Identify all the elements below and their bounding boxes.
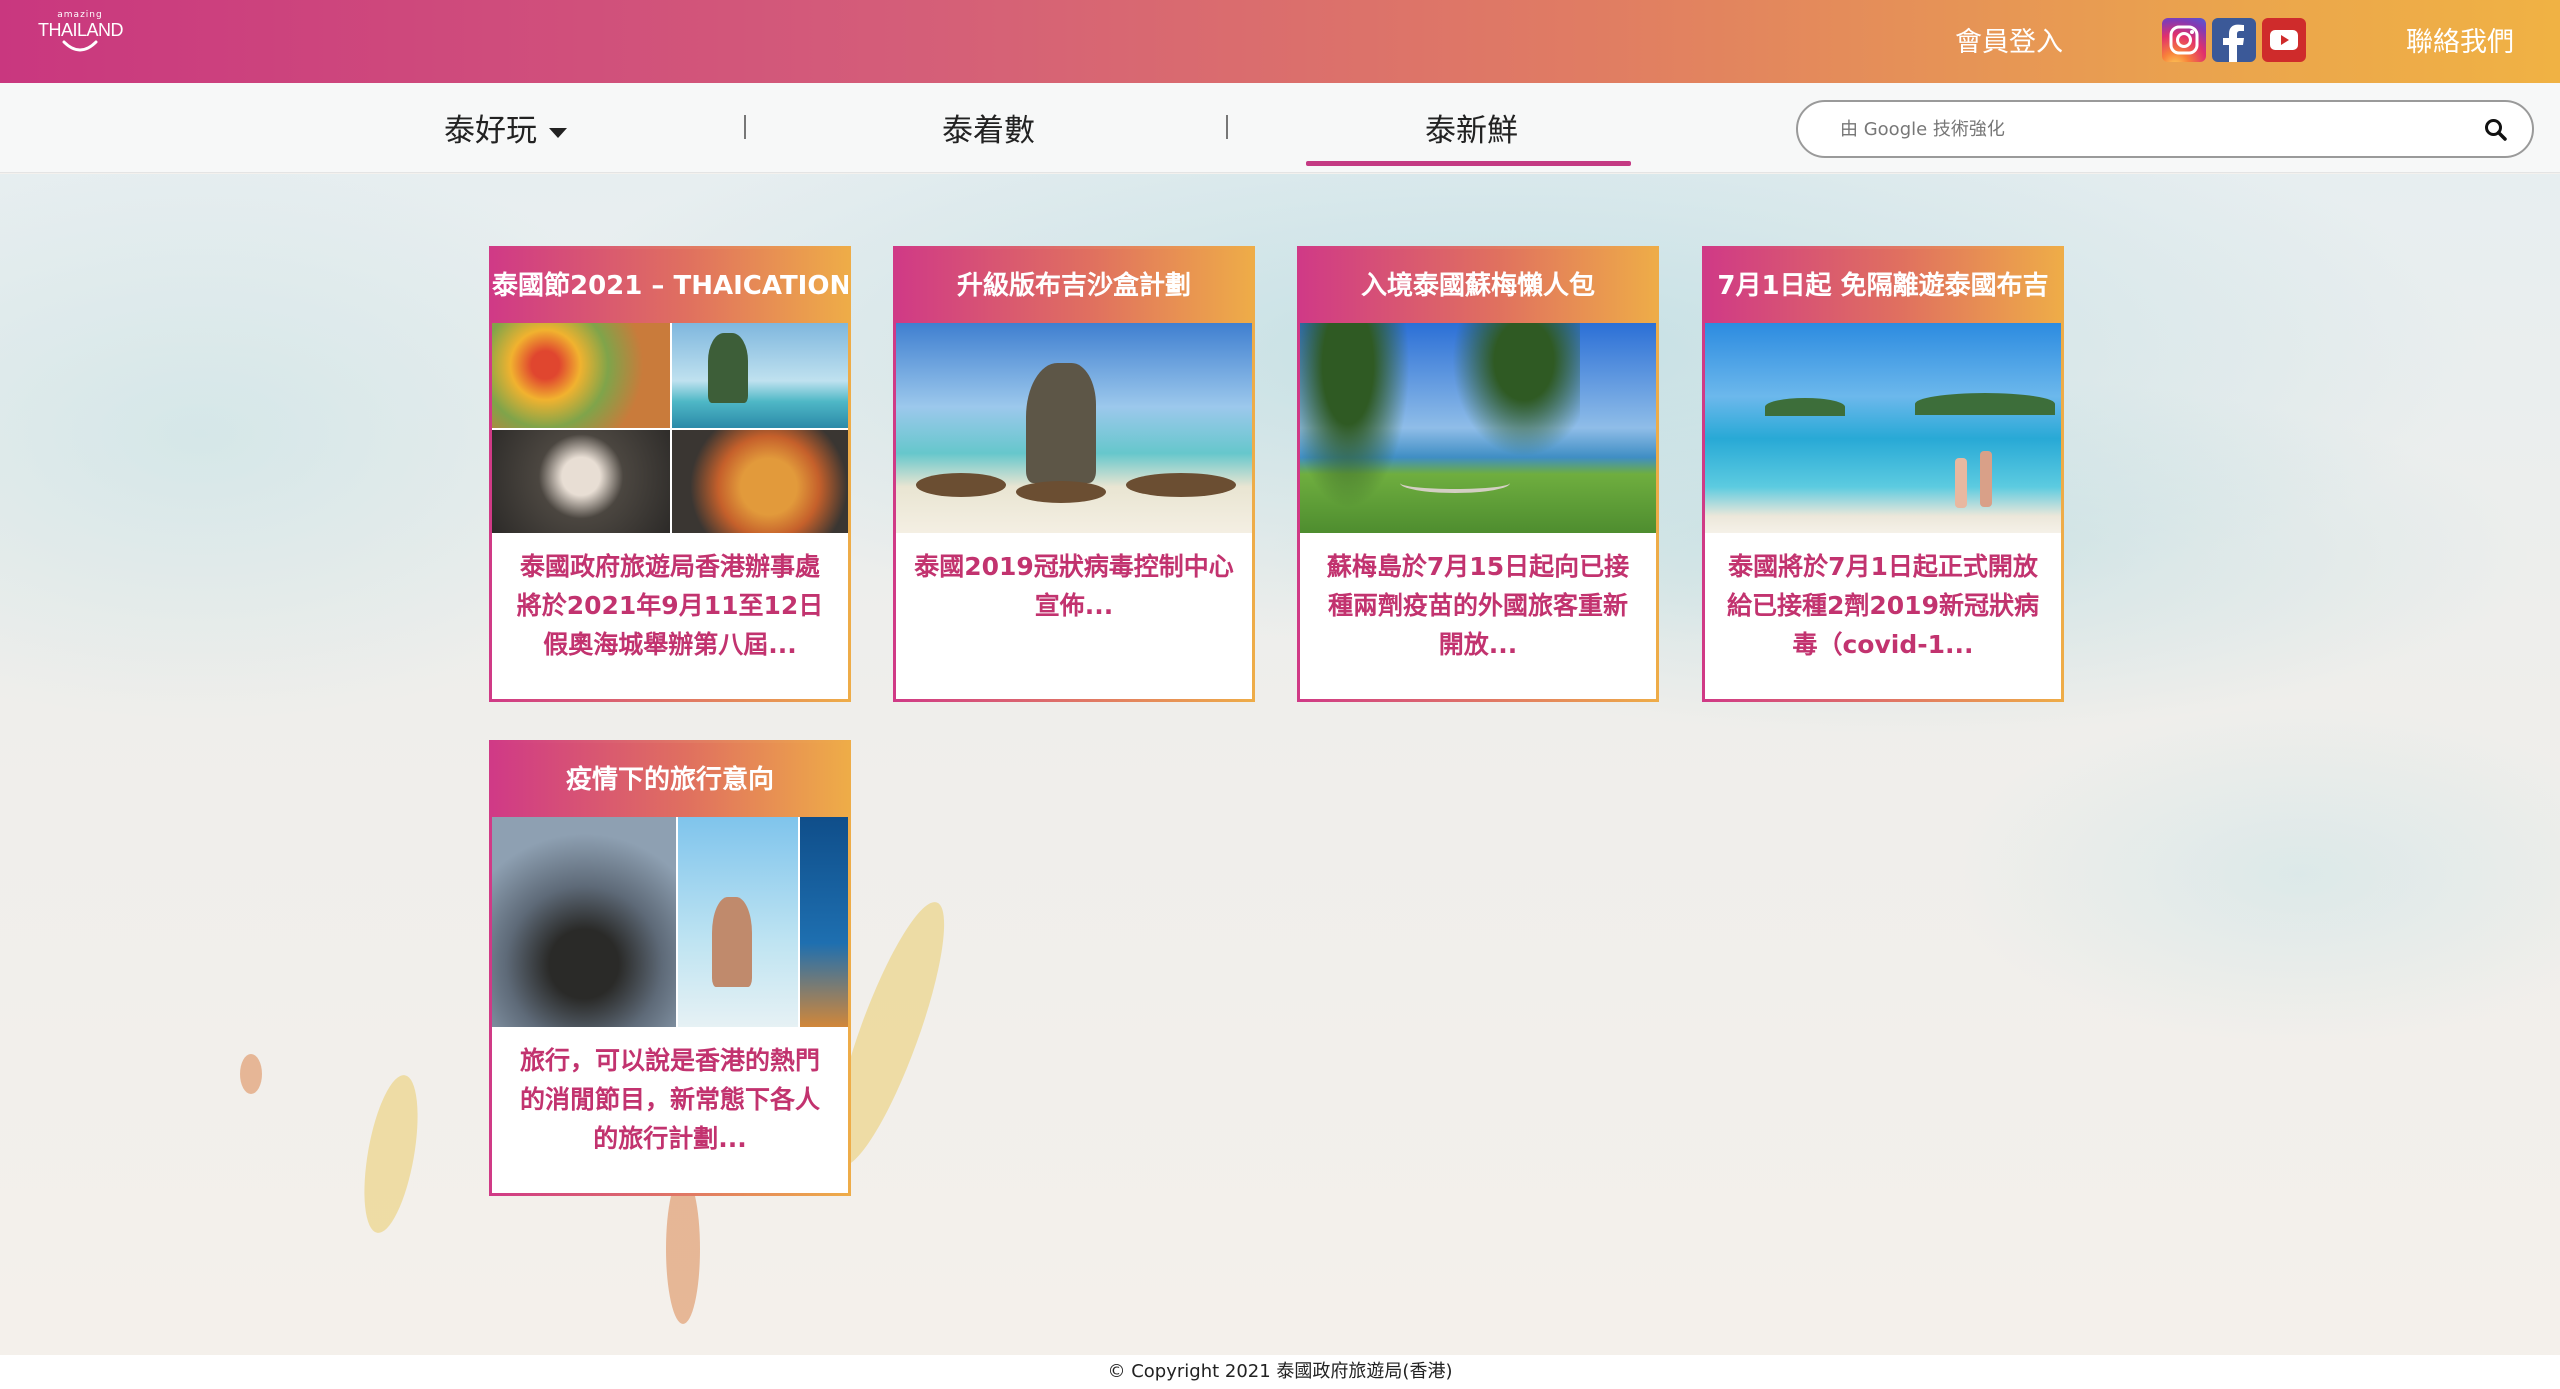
active-tab-indicator <box>1306 161 1631 166</box>
caret-down-icon <box>549 127 567 138</box>
card-title: 泰國節2021 – THAICATION <box>492 249 848 323</box>
main-nav: 泰好玩 泰着數 泰新鮮 <box>0 83 2560 173</box>
nav-item-label: 泰好玩 <box>444 113 537 149</box>
card-image <box>492 817 848 1027</box>
copyright-text: © Copyright 2021 泰國政府旅遊局(香港) <box>1107 1361 1453 1382</box>
kayak-shape <box>666 1174 700 1324</box>
card-excerpt: 泰國將於7月1日起正式開放給已接種2劑2019新冠狀病毒（covid-1... <box>1727 552 2039 659</box>
nav-item-news[interactable]: 泰新鮮 <box>1425 105 1518 150</box>
nav-item-fun[interactable]: 泰好玩 <box>444 105 567 150</box>
card-title: 升級版布吉沙盒計劃 <box>896 249 1252 323</box>
card-excerpt: 旅行，可以說是香港的熱門的消閒節目，新常態下各人的旅行計劃... <box>519 1046 820 1153</box>
logo-swoosh-icon <box>62 40 98 52</box>
search-input[interactable] <box>1840 110 2440 148</box>
top-bar: amazing THAILAND 會員登入 聯絡我們 <box>0 0 2560 83</box>
kayak-shape <box>354 1071 428 1237</box>
facebook-icon[interactable] <box>2212 18 2256 63</box>
youtube-icon[interactable] <box>2262 18 2306 62</box>
card-excerpt: 泰國2019冠狀病毒控制中心宣佈... <box>914 552 1234 620</box>
amazing-thailand-logo[interactable]: amazing THAILAND <box>38 10 124 70</box>
search-icon[interactable] <box>2482 116 2510 144</box>
logo-tagline: amazing <box>57 10 103 20</box>
nav-item-deals[interactable]: 泰着數 <box>942 105 1035 150</box>
card-image <box>1300 323 1656 533</box>
instagram-icon[interactable] <box>2162 18 2206 62</box>
card-image <box>896 323 1252 533</box>
contact-us-link[interactable]: 聯絡我們 <box>2406 20 2514 59</box>
nav-divider <box>1226 115 1228 139</box>
article-card[interactable]: 疫情下的旅行意向 旅行，可以說是香港的熱門的消閒節目，新常態下各人的旅行計劃..… <box>489 740 851 1196</box>
beach-background <box>0 174 2560 1355</box>
article-card[interactable]: 泰國節2021 – THAICATION 泰國政府旅遊局香港辦事處將於2021年… <box>489 246 851 702</box>
kayak-shape <box>240 1054 262 1094</box>
card-image <box>492 323 848 533</box>
search-box <box>1796 100 2534 158</box>
card-title: 7月1日起 免隔離遊泰國布吉 <box>1705 249 2061 323</box>
card-excerpt: 蘇梅島於7月15日起向已接種兩劑疫苗的外國旅客重新開放... <box>1326 552 1630 659</box>
logo-wordmark: THAILAND <box>38 20 124 40</box>
article-card[interactable]: 升級版布吉沙盒計劃 泰國2019冠狀病毒控制中心宣佈... <box>893 246 1255 702</box>
footer: © Copyright 2021 泰國政府旅遊局(香港) <box>0 1355 2560 1389</box>
card-excerpt: 泰國政府旅遊局香港辦事處將於2021年9月11至12日假奧海城舉辦第八屆... <box>516 552 824 659</box>
article-card[interactable]: 入境泰國蘇梅懶人包 蘇梅島於7月15日起向已接種兩劑疫苗的外國旅客重新開放... <box>1297 246 1659 702</box>
card-image <box>1705 323 2061 533</box>
card-title: 疫情下的旅行意向 <box>492 743 848 817</box>
article-card[interactable]: 7月1日起 免隔離遊泰國布吉 泰國將於7月1日起正式開放給已接種2劑2019新冠… <box>1702 246 2064 702</box>
card-title: 入境泰國蘇梅懶人包 <box>1300 249 1656 323</box>
member-login-link[interactable]: 會員登入 <box>1955 20 2063 59</box>
nav-divider <box>744 115 746 139</box>
